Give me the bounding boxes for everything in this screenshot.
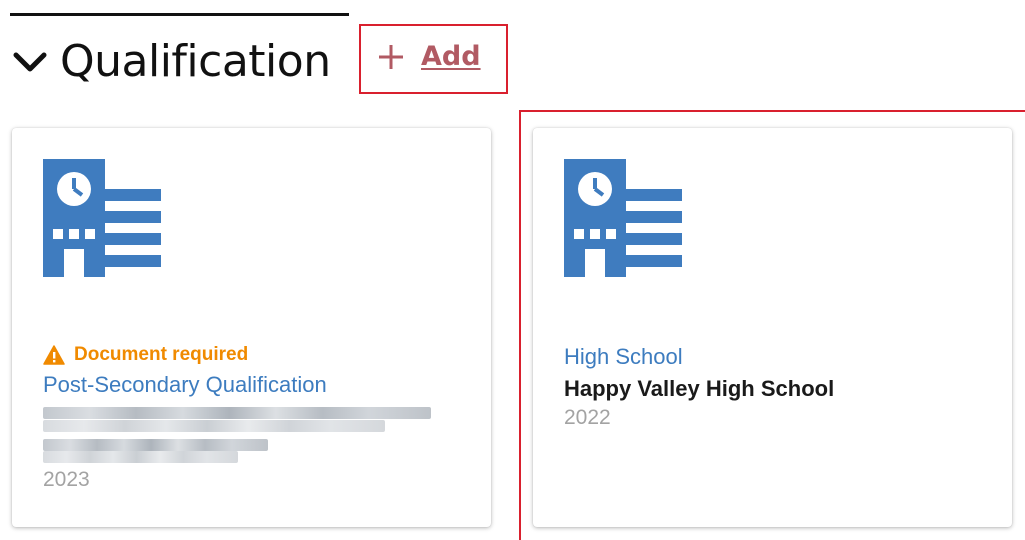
section-header: Qualification bbox=[12, 30, 331, 92]
warning-icon bbox=[43, 345, 65, 365]
qualification-card-high-school[interactable]: High School Happy Valley High School 202… bbox=[533, 128, 1012, 527]
add-highlight-frame: Add bbox=[359, 24, 508, 94]
document-required-warning: Document required bbox=[43, 344, 248, 366]
qualification-year: 2023 bbox=[43, 468, 90, 491]
qualification-type: Post-Secondary Qualification bbox=[43, 372, 327, 397]
add-label: Add bbox=[421, 41, 481, 72]
section-title: Qualification bbox=[60, 35, 331, 87]
qualification-card-post-secondary[interactable]: Document required Post-Secondary Qualifi… bbox=[12, 128, 491, 527]
section-divider bbox=[10, 13, 349, 16]
chevron-down-icon[interactable] bbox=[12, 47, 48, 77]
qualification-year: 2022 bbox=[564, 406, 611, 429]
warning-text: Document required bbox=[74, 344, 249, 365]
qualification-page: Qualification Add Document required Post… bbox=[0, 0, 1025, 540]
plus-icon bbox=[379, 44, 403, 69]
qualification-type: High School bbox=[564, 344, 683, 369]
institution-name: Happy Valley High School bbox=[564, 376, 835, 401]
add-qualification-button[interactable]: Add bbox=[377, 41, 481, 72]
redacted-institution-name bbox=[43, 403, 435, 465]
school-building-icon bbox=[43, 159, 161, 277]
school-building-icon bbox=[564, 159, 682, 277]
